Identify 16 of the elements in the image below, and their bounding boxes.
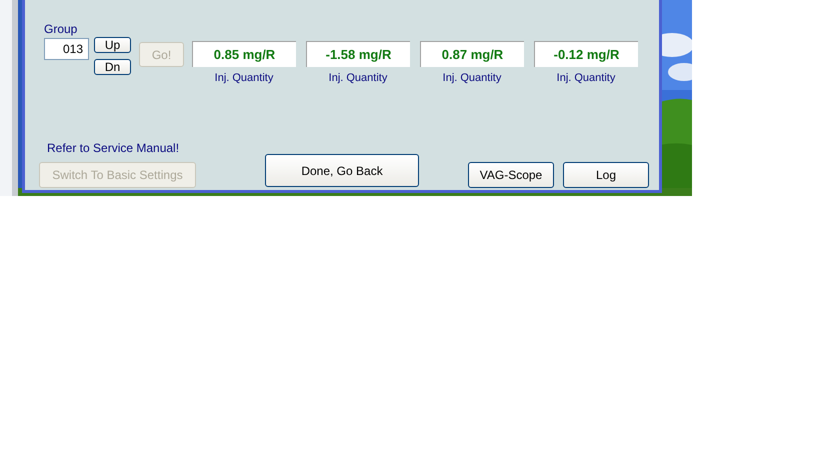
value-label: Inj. Quantity — [214, 72, 274, 84]
value-label: Inj. Quantity — [442, 72, 502, 84]
value-display: 0.87 mg/R — [420, 41, 524, 67]
note-text: Refer to Service Manual! — [47, 141, 180, 155]
action-button[interactable]: VAG-Scope — [468, 162, 554, 188]
value-label: Inj. Quantity — [328, 72, 388, 84]
value-display: -0.12 mg/R — [534, 41, 638, 67]
value-display: 0.85 mg/R — [192, 41, 296, 67]
group-field[interactable]: 013 — [44, 38, 89, 60]
group-label: Group — [44, 22, 78, 36]
value-label: Inj. Quantity — [556, 72, 616, 84]
step-button[interactable]: Dn — [94, 59, 131, 75]
value-display: -1.58 mg/R — [306, 41, 410, 67]
done-button[interactable]: Done, Go Back — [265, 154, 419, 187]
step-button[interactable]: Up — [94, 37, 131, 53]
action-button[interactable]: Log — [563, 162, 649, 188]
